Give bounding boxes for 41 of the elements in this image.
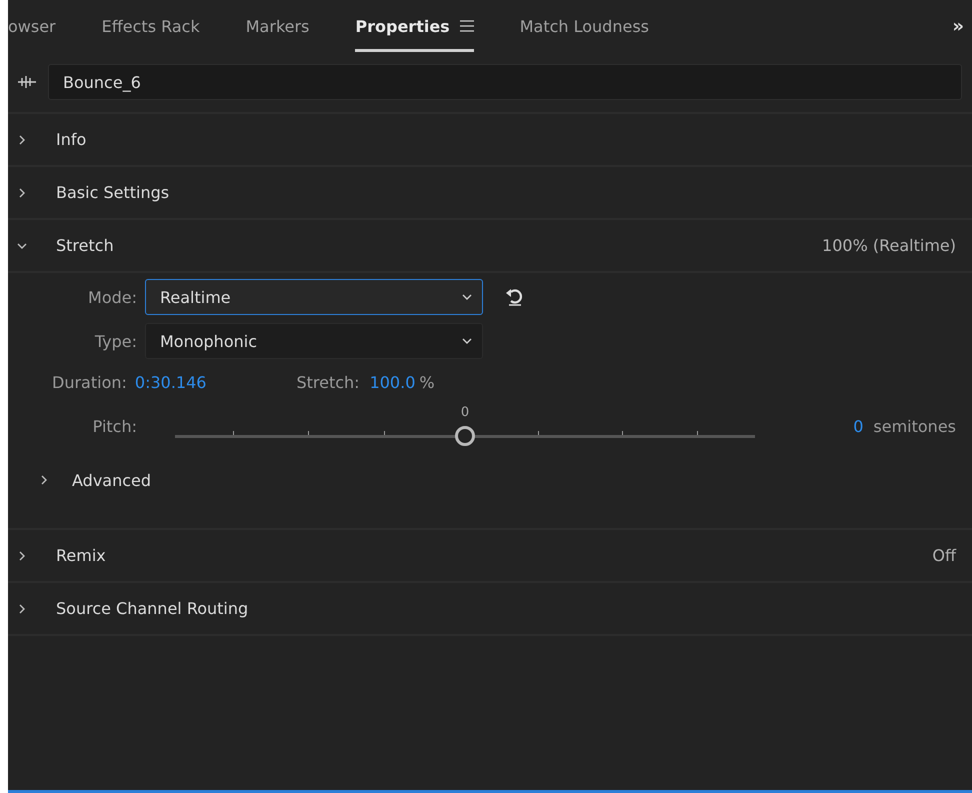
menu-icon[interactable] (460, 20, 474, 32)
clip-name-field[interactable]: Bounce_6 (48, 64, 962, 100)
overflow-button[interactable]: » (952, 16, 964, 36)
subsection-title: Advanced (72, 470, 152, 490)
waveform-icon (18, 76, 36, 88)
pitch-unit: semitones (873, 416, 956, 436)
pitch-slider[interactable]: 0 (170, 403, 760, 449)
section-title: Stretch (56, 236, 114, 255)
panel-tab[interactable]: Markers (246, 0, 310, 52)
section-header[interactable]: Source Channel Routing (8, 583, 972, 636)
section-header[interactable]: Basic Settings (8, 167, 972, 220)
panel-tab[interactable]: Match Loudness (520, 0, 649, 52)
caret-icon (462, 294, 472, 300)
section-title: Info (56, 130, 86, 149)
section-title: Source Channel Routing (56, 599, 248, 618)
panel-tab[interactable]: owser (8, 0, 56, 52)
field-label: Type: (94, 332, 138, 350)
dropdown[interactable]: Monophonic (145, 323, 483, 359)
section-title: Basic Settings (56, 183, 170, 202)
section-summary: Off (932, 546, 956, 565)
stretch-value[interactable]: 100.0 (370, 373, 416, 392)
panel-tab[interactable]: Properties (355, 0, 474, 52)
section-summary: 100% (Realtime) (822, 236, 956, 255)
slider-thumb[interactable] (455, 426, 475, 446)
subsection-header[interactable]: Advanced (8, 460, 956, 500)
section-header[interactable]: Stretch 100% (Realtime) (8, 220, 972, 273)
section-title: Remix (56, 546, 106, 565)
stretch-label: Stretch: (296, 373, 360, 392)
field-label: Mode: (87, 288, 138, 306)
dropdown[interactable]: Realtime (145, 279, 483, 315)
stretch-unit: % (419, 373, 435, 392)
slider-value: 0 (460, 405, 470, 420)
pitch-value[interactable]: 0 (853, 416, 864, 436)
caret-icon (462, 338, 472, 344)
section-header[interactable]: Info (8, 114, 972, 167)
reset-icon[interactable] (505, 287, 525, 307)
section-header[interactable]: Remix Off (8, 530, 972, 583)
duration-label: Duration: (52, 373, 127, 392)
pitch-label: Pitch: (92, 416, 138, 436)
panel-tab[interactable]: Effects Rack (102, 0, 200, 52)
duration-value[interactable]: 0:30.146 (134, 373, 206, 392)
